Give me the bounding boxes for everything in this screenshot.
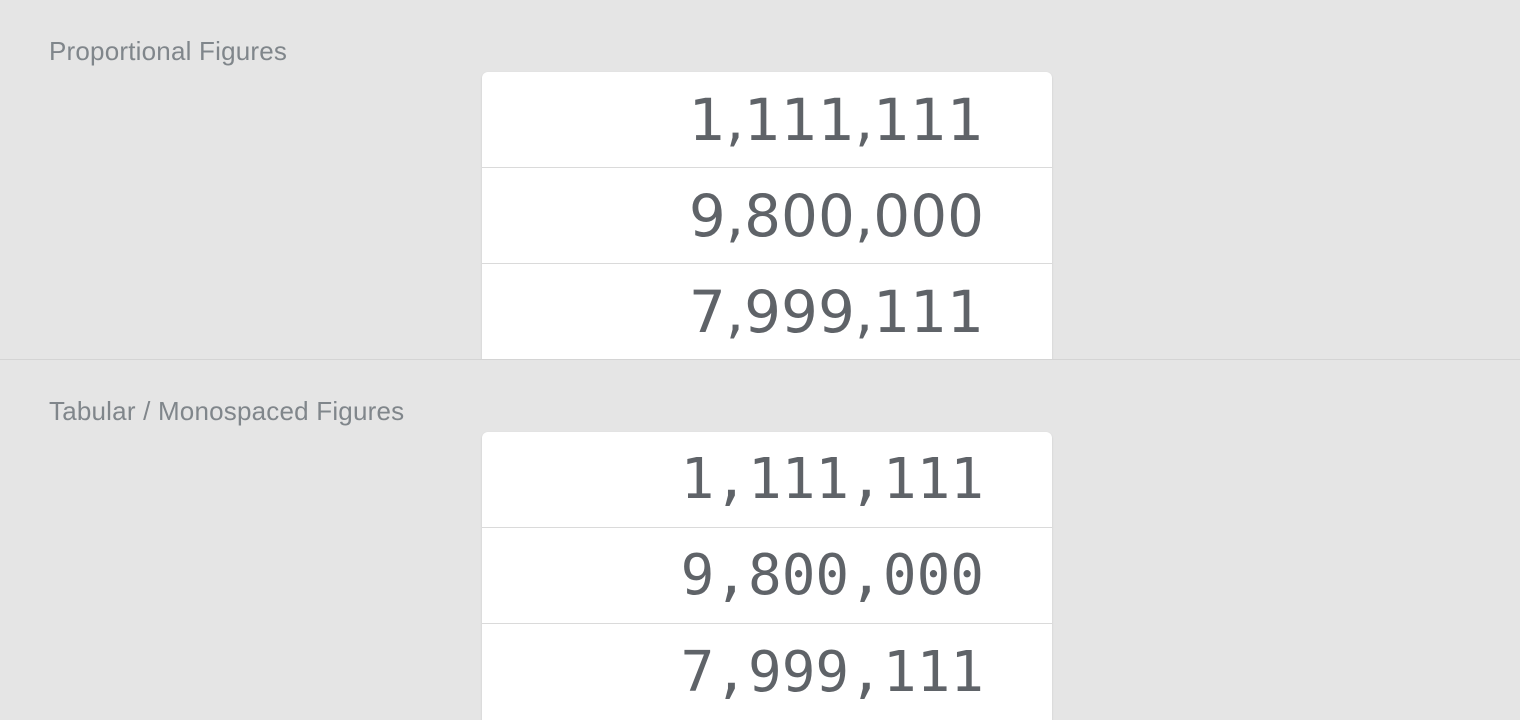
figures-card: 1,111,111 9,800,000 7,999,111	[482, 432, 1052, 720]
figure-row: 7,999,111	[680, 639, 984, 705]
section-title: Tabular / Monospaced Figures	[49, 396, 405, 426]
proportional-figures-section: Proportional Figures 1,111,111 9,800,000…	[0, 0, 1520, 360]
figure-row: 9,800,000	[482, 528, 1052, 624]
figure-row: 1,111,111	[482, 432, 1052, 528]
figure-row: 7,999,111	[688, 278, 984, 346]
section-title: Proportional Figures	[49, 36, 288, 66]
figures-card: 1,111,111 9,800,000 7,999,111	[482, 72, 1052, 359]
figure-row: 9,800,000	[482, 168, 1052, 264]
tabular-figures-section: Tabular / Monospaced Figures 1,111,111 9…	[0, 360, 1520, 720]
figure-row: 1,111,111	[482, 72, 1052, 168]
